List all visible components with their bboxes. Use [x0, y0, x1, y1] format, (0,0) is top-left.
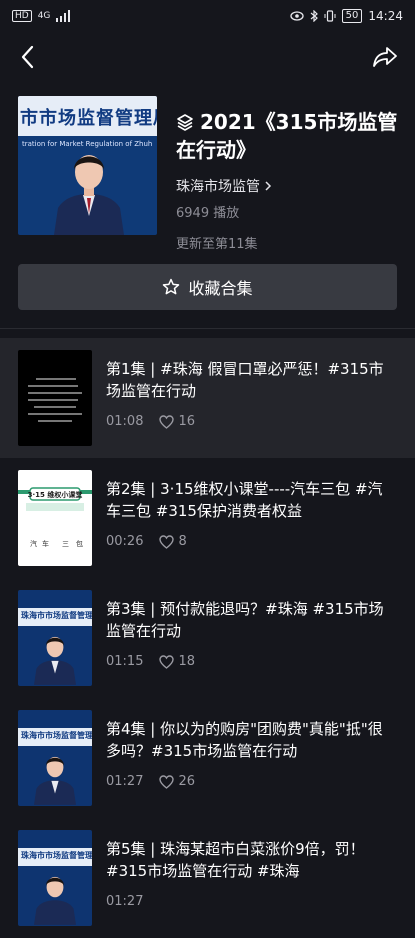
- eye-icon: [290, 11, 304, 21]
- favorite-label: 收藏合集: [188, 279, 253, 298]
- episode-item-1[interactable]: 第1集 | #珠海 假冒口罩必严惩！#315市场监管在行动 01:08 16: [0, 338, 415, 458]
- thumbnail-graphic: 3·15 维权小课堂 汽 车 三 包: [18, 487, 92, 548]
- likes-count: 16: [178, 414, 196, 429]
- battery-indicator: 50: [341, 9, 363, 23]
- episode-meta: 01:27 26: [106, 774, 195, 789]
- episode-duration: 01:27: [106, 894, 144, 909]
- play-count: 6949 播放: [176, 206, 240, 221]
- update-status: 更新至第11集: [176, 237, 258, 252]
- thumbnail-banner-text: 珠海市市场监督管理局: [21, 851, 92, 860]
- signal-icon: [56, 10, 71, 22]
- bluetooth-icon: [310, 10, 318, 22]
- episode-likes: 8: [159, 534, 187, 549]
- chevron-left-icon: [21, 45, 34, 69]
- collection-title-row: 2021《315市场监管在行动》: [176, 108, 401, 164]
- episode-duration: 01:27: [106, 774, 144, 789]
- presenter-image: [34, 756, 76, 805]
- thumbnail-word: 包: [76, 539, 83, 548]
- episode-thumbnail: 珠海市市场监督管理局: [18, 710, 92, 806]
- episode-item-3[interactable]: 珠海市市场监督管理局 第3集 | 预付款能退吗？#珠海 #315市场监管在行动 …: [0, 578, 415, 698]
- episode-duration: 00:26: [106, 534, 144, 549]
- presenter-image: [34, 636, 76, 685]
- status-bar: HD 4G 50 14:24: [0, 0, 415, 32]
- episode-thumbnail: 3·15 维权小课堂 汽 车 三 包: [18, 470, 92, 566]
- episode-meta: 00:26 8: [106, 534, 187, 549]
- episode-thumbnail: 珠海市市场监督管理局: [18, 830, 92, 926]
- chevron-right-icon: [265, 181, 272, 191]
- thumbnail-word: 车: [42, 539, 49, 548]
- presenter-image: [34, 876, 76, 925]
- cover-banner-text: 市市场监督管理局: [20, 108, 157, 129]
- episode-item-4[interactable]: 珠海市市场监督管理局 第4集 | 你以为的购房"团购费"真能"抵"很多吗？#31…: [0, 698, 415, 818]
- episode-likes: 16: [159, 414, 195, 429]
- thumbnail-word: 三: [62, 540, 69, 548]
- status-left: HD 4G: [12, 10, 71, 22]
- author-name: 珠海市场监管: [176, 179, 260, 195]
- collection-cover[interactable]: 市市场监督管理局 tration for Market Regulation o…: [18, 96, 157, 235]
- episode-likes: 18: [159, 654, 195, 669]
- status-right: 50 14:24: [290, 9, 403, 23]
- episode-title: 第1集 | #珠海 假冒口罩必严惩！#315市场监管在行动: [106, 360, 384, 400]
- author-link[interactable]: 珠海市场监管: [176, 176, 401, 196]
- episode-title: 第4集 | 你以为的购房"团购费"真能"抵"很多吗？#315市场监管在行动: [106, 720, 383, 760]
- clock: 14:24: [368, 9, 403, 23]
- likes-count: 8: [178, 534, 187, 549]
- episode-likes: 26: [159, 774, 195, 789]
- heart-icon: [159, 654, 175, 669]
- star-icon: [163, 278, 180, 295]
- heart-icon: [159, 414, 175, 429]
- episode-meta: 01:15 18: [106, 654, 195, 669]
- heart-icon: [159, 534, 175, 549]
- network-type: 4G: [37, 11, 51, 21]
- presenter-image: [54, 155, 124, 235]
- layers-icon: [177, 114, 193, 131]
- thumbnail-banner-text: 珠海市市场监督管理局: [21, 731, 92, 740]
- episode-title: 第2集 | 3·15维权小课堂----汽车三包 #汽车三包 #315保护消费者权…: [106, 480, 383, 520]
- back-button[interactable]: [16, 44, 42, 70]
- top-bar: [0, 38, 415, 78]
- collection-info: 2021《315市场监管在行动》 珠海市场监管 6949 播放 更新至第11集: [176, 108, 401, 252]
- episode-duration: 01:15: [106, 654, 144, 669]
- episode-thumbnail: [18, 350, 92, 446]
- thumbnail-word: 汽: [30, 539, 37, 548]
- thumbnail-label: 3·15 维权小课堂: [28, 490, 83, 499]
- likes-count: 26: [178, 774, 196, 789]
- episode-thumbnail: 珠海市市场监督管理局: [18, 590, 92, 686]
- episode-duration: 01:08: [106, 414, 144, 429]
- vibrate-icon: [324, 10, 336, 22]
- episode-title: 第5集 | 珠海某超市白菜涨价9倍，罚！#315市场监管在行动 #珠海: [106, 840, 365, 880]
- likes-count: 18: [178, 654, 196, 669]
- episode-meta: 01:08 16: [106, 414, 195, 429]
- divider: [0, 328, 415, 329]
- episode-item-5[interactable]: 珠海市市场监督管理局 第5集 | 珠海某超市白菜涨价9倍，罚！#315市场监管在…: [0, 818, 415, 938]
- heart-icon: [159, 774, 175, 789]
- episode-meta: 01:27: [106, 894, 143, 909]
- episode-title: 第3集 | 预付款能退吗？#珠海 #315市场监管在行动: [106, 600, 384, 640]
- episode-list: 第1集 | #珠海 假冒口罩必严惩！#315市场监管在行动 01:08 16 3…: [0, 338, 415, 938]
- collection-title: 2021《315市场监管在行动》: [176, 110, 398, 162]
- episode-item-2[interactable]: 3·15 维权小课堂 汽 车 三 包 第2集 | 3·15维权小课堂----汽车…: [0, 458, 415, 578]
- hd-badge: HD: [12, 10, 32, 22]
- share-icon: [373, 47, 397, 67]
- favorite-collection-button[interactable]: 收藏合集: [18, 264, 397, 310]
- share-button[interactable]: [371, 44, 399, 70]
- thumbnail-banner-text: 珠海市市场监督管理局: [21, 611, 92, 620]
